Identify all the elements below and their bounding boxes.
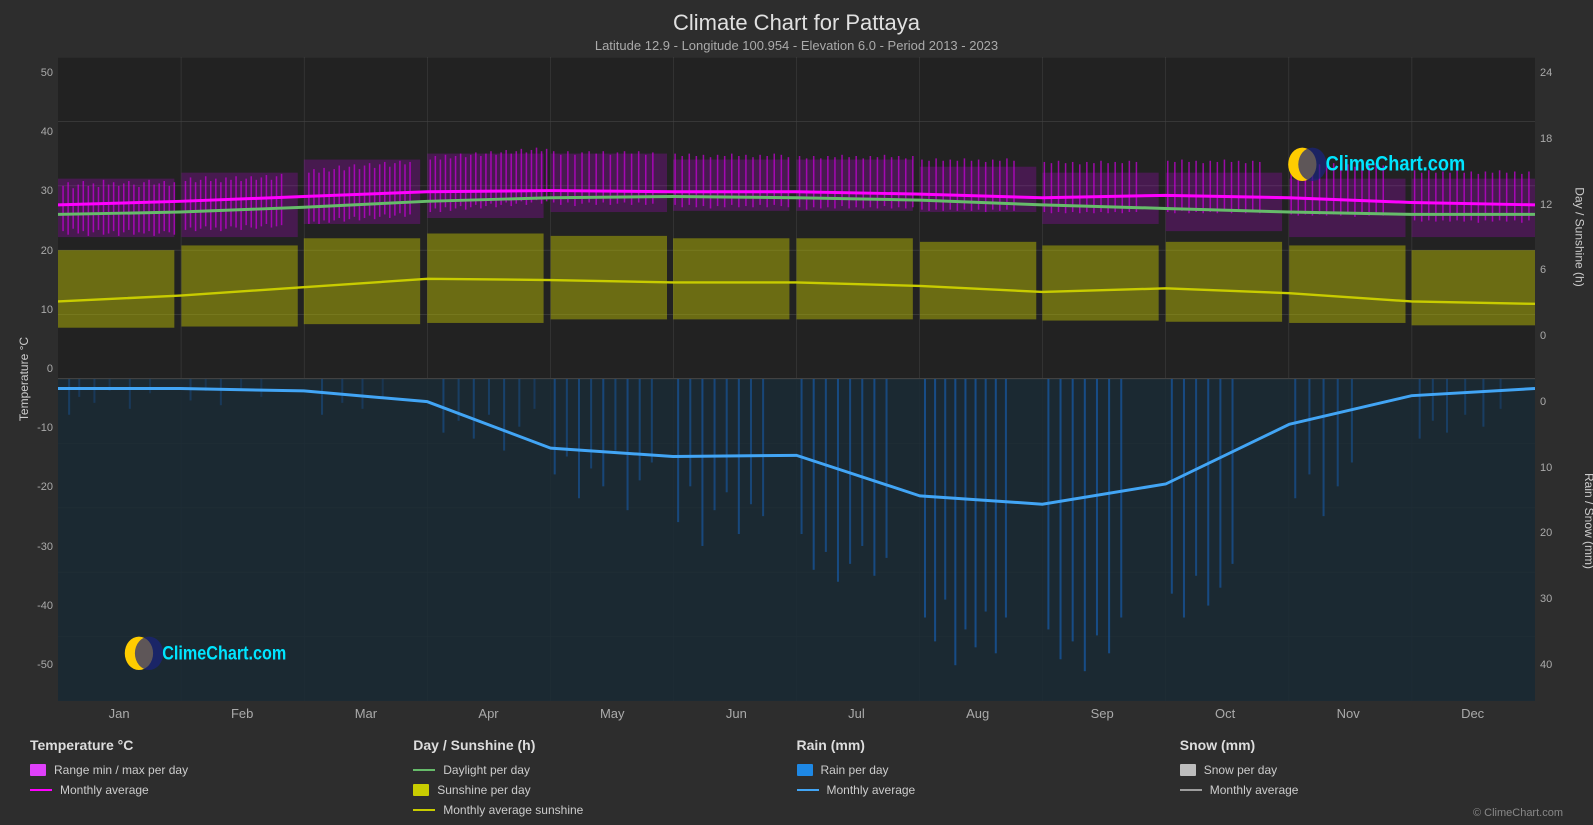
legend-col-sunshine: Day / Sunshine (h) Daylight per day Suns… xyxy=(413,737,796,817)
month-dec: Dec xyxy=(1461,706,1484,729)
y-tick-r-rain40: 40 xyxy=(1540,659,1588,671)
legend-label-temp-avg: Monthly average xyxy=(60,783,149,797)
month-feb: Feb xyxy=(231,706,253,729)
chart-header: Climate Chart for Pattaya Latitude 12.9 … xyxy=(0,0,1593,57)
y-tick-r-rain20: 20 xyxy=(1540,527,1588,539)
y-tick-10: 10 xyxy=(5,304,53,316)
month-jan: Jan xyxy=(109,706,130,729)
y-tick-n10: -10 xyxy=(5,422,53,434)
y-tick-40: 40 xyxy=(5,126,53,138)
month-apr: Apr xyxy=(478,706,498,729)
legend-label-rain-avg: Monthly average xyxy=(827,783,916,797)
month-aug: Aug xyxy=(966,706,989,729)
legend-label-temp-range: Range min / max per day xyxy=(54,763,188,777)
legend-label-snow: Snow per day xyxy=(1204,763,1277,777)
legend-title-rain: Rain (mm) xyxy=(797,737,1180,753)
month-jun: Jun xyxy=(726,706,747,729)
month-mar: Mar xyxy=(355,706,377,729)
chart-container: Climate Chart for Pattaya Latitude 12.9 … xyxy=(0,0,1593,825)
y-tick-20: 20 xyxy=(5,245,53,257)
month-sep: Sep xyxy=(1091,706,1114,729)
y-axis-right: Day / Sunshine (h) Rain / Snow (mm) 24 1… xyxy=(1535,57,1593,701)
chart-subtitle: Latitude 12.9 - Longitude 100.954 - Elev… xyxy=(0,38,1593,53)
chart-area: ClimeChart.com ClimeChart.com xyxy=(58,57,1535,701)
legend-item-sunshine: Sunshine per day xyxy=(413,783,796,797)
chart-title: Climate Chart for Pattaya xyxy=(0,10,1593,36)
x-axis: Jan Feb Mar Apr May Jun Jul Aug Sep Oct … xyxy=(0,701,1593,729)
legend-item-rain: Rain per day xyxy=(797,763,1180,777)
legend-item-temp-range: Range min / max per day xyxy=(30,763,413,777)
y-tick-n20: -20 xyxy=(5,481,53,493)
svg-text:ClimeChart.com: ClimeChart.com xyxy=(162,642,286,664)
y-axis-right-top-label: Day / Sunshine (h) xyxy=(1572,188,1586,287)
legend-swatch-sunshine-avg xyxy=(413,809,435,811)
legend-swatch-sunshine xyxy=(413,784,429,796)
y-tick-30: 30 xyxy=(5,185,53,197)
legend-swatch-snow xyxy=(1180,764,1196,776)
legend-title-sunshine: Day / Sunshine (h) xyxy=(413,737,796,753)
legend-item-rain-avg: Monthly average xyxy=(797,783,1180,797)
y-tick-n40: -40 xyxy=(5,600,53,612)
legend-swatch-temp-range xyxy=(30,764,46,776)
legend-label-sunshine-avg: Monthly average sunshine xyxy=(443,803,583,817)
legend-label-sunshine: Sunshine per day xyxy=(437,783,530,797)
legend-item-snow-avg: Monthly average xyxy=(1180,783,1563,797)
legend-swatch-rain-avg xyxy=(797,789,819,791)
y-tick-r-rain0: 0 xyxy=(1540,396,1588,408)
y-tick-n30: -30 xyxy=(5,541,53,553)
y-tick-r-rain10: 10 xyxy=(1540,462,1588,474)
legend-swatch-daylight xyxy=(413,769,435,771)
month-oct: Oct xyxy=(1215,706,1235,729)
legend-item-daylight: Daylight per day xyxy=(413,763,796,777)
y-tick-50: 50 xyxy=(5,67,53,79)
chart-main: Temperature °C 50 40 30 20 10 0 -10 -20 … xyxy=(0,57,1593,701)
legend-title-temp: Temperature °C xyxy=(30,737,413,753)
y-tick-r-rain30: 30 xyxy=(1540,593,1588,605)
legend-col-snow: Snow (mm) Snow per day Monthly average ©… xyxy=(1180,737,1563,817)
copyright: © ClimeChart.com xyxy=(1473,807,1563,819)
legend-title-snow: Snow (mm) xyxy=(1180,737,1563,753)
legend-col-rain: Rain (mm) Rain per day Monthly average xyxy=(797,737,1180,817)
legend-col-temp: Temperature °C Range min / max per day M… xyxy=(30,737,413,817)
main-chart-svg: ClimeChart.com ClimeChart.com xyxy=(58,57,1535,701)
y-axis-right-bottom-label: Rain / Snow (mm) xyxy=(1582,473,1593,569)
y-tick-r-24: 24 xyxy=(1540,67,1588,79)
legend-swatch-temp-avg xyxy=(30,789,52,791)
month-jul: Jul xyxy=(848,706,865,729)
legend: Temperature °C Range min / max per day M… xyxy=(0,729,1593,825)
legend-swatch-rain xyxy=(797,764,813,776)
y-tick-r-18: 18 xyxy=(1540,133,1588,145)
legend-label-rain: Rain per day xyxy=(821,763,889,777)
legend-item-sunshine-avg: Monthly average sunshine xyxy=(413,803,796,817)
legend-item-temp-avg: Monthly average xyxy=(30,783,413,797)
legend-label-snow-avg: Monthly average xyxy=(1210,783,1299,797)
y-tick-r-0: 0 xyxy=(1540,330,1588,342)
y-axis-left-label: Temperature °C xyxy=(17,337,31,421)
month-nov: Nov xyxy=(1337,706,1360,729)
y-axis-left: Temperature °C 50 40 30 20 10 0 -10 -20 … xyxy=(0,57,58,701)
legend-swatch-snow-avg xyxy=(1180,789,1202,791)
month-may: May xyxy=(600,706,625,729)
y-tick-n50: -50 xyxy=(5,659,53,671)
legend-label-daylight: Daylight per day xyxy=(443,763,530,777)
legend-item-snow: Snow per day xyxy=(1180,763,1563,777)
svg-text:ClimeChart.com: ClimeChart.com xyxy=(1326,152,1466,176)
